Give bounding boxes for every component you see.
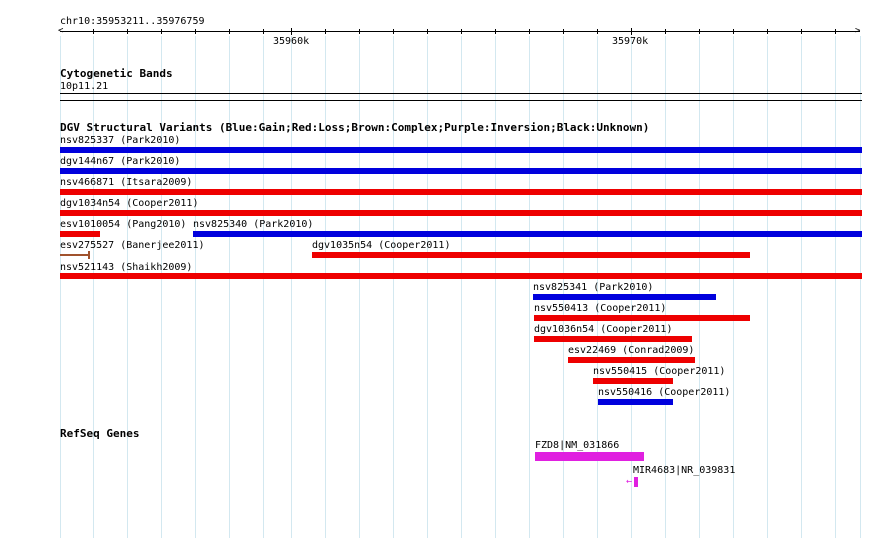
ruler-tick — [195, 29, 196, 34]
cytoband-line — [60, 93, 862, 94]
grid-line — [325, 36, 326, 538]
variant-bar-loss[interactable] — [60, 231, 100, 237]
ruler-tick — [359, 29, 360, 34]
variant-bar-gain[interactable] — [598, 399, 673, 405]
gene-label: MIR4683|NR_039831 — [633, 465, 736, 476]
ruler-tick — [263, 29, 264, 34]
ruler-tick — [127, 29, 128, 34]
variant-bar-complex[interactable] — [60, 254, 90, 256]
grid-line — [733, 36, 734, 538]
variant-bar-gain[interactable] — [193, 231, 862, 237]
region-label: chr10:35953211..35976759 — [60, 16, 205, 27]
cytoband-track-title[interactable]: Cytogenetic Bands — [60, 68, 173, 80]
variant-label: nsv521143 (Shaikh2009) — [60, 262, 193, 273]
grid-line — [699, 36, 700, 538]
grid-line — [835, 36, 836, 538]
variant-bar-loss[interactable] — [534, 315, 750, 321]
ruler-axis — [60, 31, 860, 32]
ruler-tick — [427, 29, 428, 34]
grid-line — [665, 36, 666, 538]
variant-bar-gain[interactable] — [60, 168, 862, 174]
grid-line — [93, 36, 94, 538]
cytoband-line — [60, 100, 862, 101]
grid-line — [60, 36, 61, 538]
variant-label: dgv1035n54 (Cooper2011) — [312, 240, 451, 251]
variant-label: nsv825337 (Park2010) — [60, 135, 181, 146]
gene-bar[interactable] — [634, 477, 638, 487]
variant-bar-loss[interactable] — [60, 273, 862, 279]
ruler-tick — [461, 29, 462, 34]
ruler-tick — [393, 29, 394, 34]
ruler-tick — [597, 29, 598, 34]
ruler-tick — [665, 29, 666, 34]
ruler-tick — [325, 29, 326, 34]
variant-label: esv275527 (Banerjee2011) — [60, 240, 205, 251]
variant-label: nsv825340 (Park2010) — [193, 219, 314, 230]
grid-line — [427, 36, 428, 538]
genome-browser-view: chr10:35953211..35976759 < > 35960k 3597… — [0, 0, 890, 538]
ruler-tick-label: 35970k — [612, 36, 649, 47]
ruler-tick-label: 35960k — [273, 36, 310, 47]
variant-bar-gain[interactable] — [533, 294, 716, 300]
grid-line — [359, 36, 360, 538]
ruler-tick — [563, 29, 564, 34]
grid-line — [229, 36, 230, 538]
variant-label: dgv1034n54 (Cooper2011) — [60, 198, 199, 209]
grid-line — [393, 36, 394, 538]
ruler-tick — [291, 28, 292, 35]
variant-bar-loss[interactable] — [60, 189, 862, 195]
ruler-tick — [161, 29, 162, 34]
ruler-tick — [767, 29, 768, 34]
variant-label: nsv550415 (Cooper2011) — [593, 366, 726, 377]
ruler-tick — [229, 29, 230, 34]
variant-bar-gain[interactable] — [60, 147, 862, 153]
cytoband-label: 10p11.21 — [60, 81, 109, 92]
grid-line — [195, 36, 196, 538]
variant-label: nsv466871 (Itsara2009) — [60, 177, 193, 188]
variant-label: dgv144n67 (Park2010) — [60, 156, 181, 167]
ruler-tick — [699, 29, 700, 34]
variant-bar-complex-end — [88, 251, 90, 259]
gene-label: FZD8|NM_031866 — [535, 440, 620, 451]
grid-line — [461, 36, 462, 538]
grid-line — [263, 36, 264, 538]
grid-line — [495, 36, 496, 538]
refseq-track-title[interactable]: RefSeq Genes — [60, 428, 139, 440]
ruler-tick — [733, 29, 734, 34]
grid-line — [127, 36, 128, 538]
grid-line — [529, 36, 530, 538]
variant-label: nsv550413 (Cooper2011) — [534, 303, 667, 314]
variant-bar-loss[interactable] — [60, 210, 862, 216]
grid-line — [767, 36, 768, 538]
variant-label: dgv1036n54 (Cooper2011) — [534, 324, 673, 335]
gene-bar[interactable] — [535, 452, 644, 461]
ruler-tick — [495, 29, 496, 34]
grid-line — [801, 36, 802, 538]
variant-label: nsv825341 (Park2010) — [533, 282, 654, 293]
variant-label: esv22469 (Conrad2009) — [568, 345, 695, 356]
ruler-tick — [529, 29, 530, 34]
reverse-strand-arrow-icon: ← — [626, 476, 633, 487]
ruler-tick — [93, 29, 94, 34]
ruler-tick — [631, 28, 632, 35]
ruler-tick — [835, 29, 836, 34]
grid-line — [860, 36, 861, 538]
variant-bar-loss[interactable] — [534, 336, 692, 342]
dgv-track-title[interactable]: DGV Structural Variants (Blue:Gain;Red:L… — [60, 122, 649, 134]
variant-bar-loss[interactable] — [593, 378, 673, 384]
ruler-tick — [801, 29, 802, 34]
variant-bar-loss[interactable] — [568, 357, 695, 363]
variant-label: esv1010054 (Pang2010) — [60, 219, 187, 230]
variant-label: nsv550416 (Cooper2011) — [598, 387, 731, 398]
grid-line — [161, 36, 162, 538]
variant-bar-loss[interactable] — [312, 252, 750, 258]
grid-line — [291, 36, 292, 538]
